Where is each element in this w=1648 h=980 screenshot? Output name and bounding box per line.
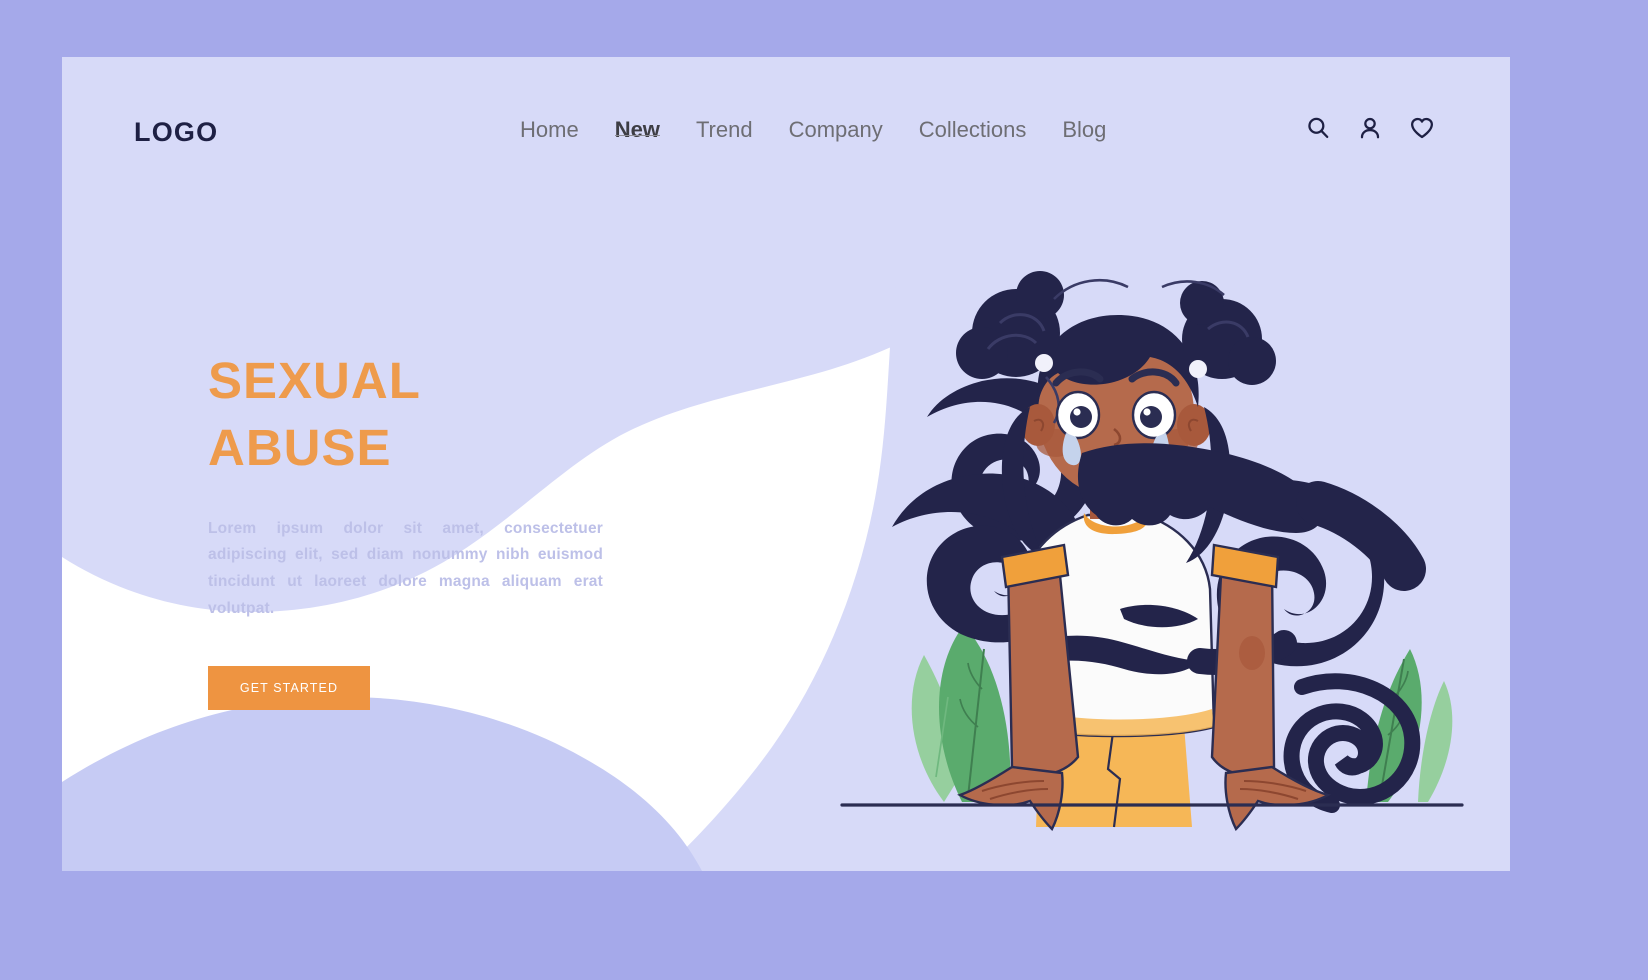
hero-description: Lorem ipsum dolor sit amet, consectetuer… bbox=[208, 519, 603, 617]
main-navigation: Home New Trend Company Collections Blog bbox=[502, 117, 1124, 143]
logo[interactable]: LOGO bbox=[134, 117, 218, 148]
header-icons bbox=[1305, 115, 1435, 141]
hero-illustration bbox=[832, 257, 1472, 837]
heart-icon[interactable] bbox=[1409, 115, 1435, 141]
page-card: LOGO Home New Trend Company Collections … bbox=[62, 57, 1510, 871]
hero-content: SEXUAL ABUSE Lorem ipsum dolor sit amet,… bbox=[208, 347, 628, 711]
nav-item-new[interactable]: New bbox=[597, 117, 678, 143]
nav-item-company[interactable]: Company bbox=[771, 117, 901, 143]
hair-bun-left bbox=[956, 271, 1064, 379]
headline-line-1: SEXUAL bbox=[208, 352, 421, 409]
user-icon[interactable] bbox=[1357, 115, 1383, 141]
page-title: SEXUAL ABUSE bbox=[208, 347, 628, 482]
headline-line-2: ABUSE bbox=[208, 419, 392, 477]
search-icon[interactable] bbox=[1305, 115, 1331, 141]
hair-bun-right bbox=[1180, 281, 1276, 385]
get-started-button[interactable]: GET STARTED bbox=[208, 666, 370, 711]
nav-item-blog[interactable]: Blog bbox=[1044, 117, 1124, 143]
nav-item-trend[interactable]: Trend bbox=[678, 117, 771, 143]
plant-left bbox=[911, 625, 1011, 802]
site-header: LOGO Home New Trend Company Collections … bbox=[62, 57, 1510, 227]
landing-page: LOGO Home New Trend Company Collections … bbox=[0, 0, 1648, 980]
nav-item-collections[interactable]: Collections bbox=[901, 117, 1045, 143]
nav-item-home[interactable]: Home bbox=[502, 117, 597, 143]
